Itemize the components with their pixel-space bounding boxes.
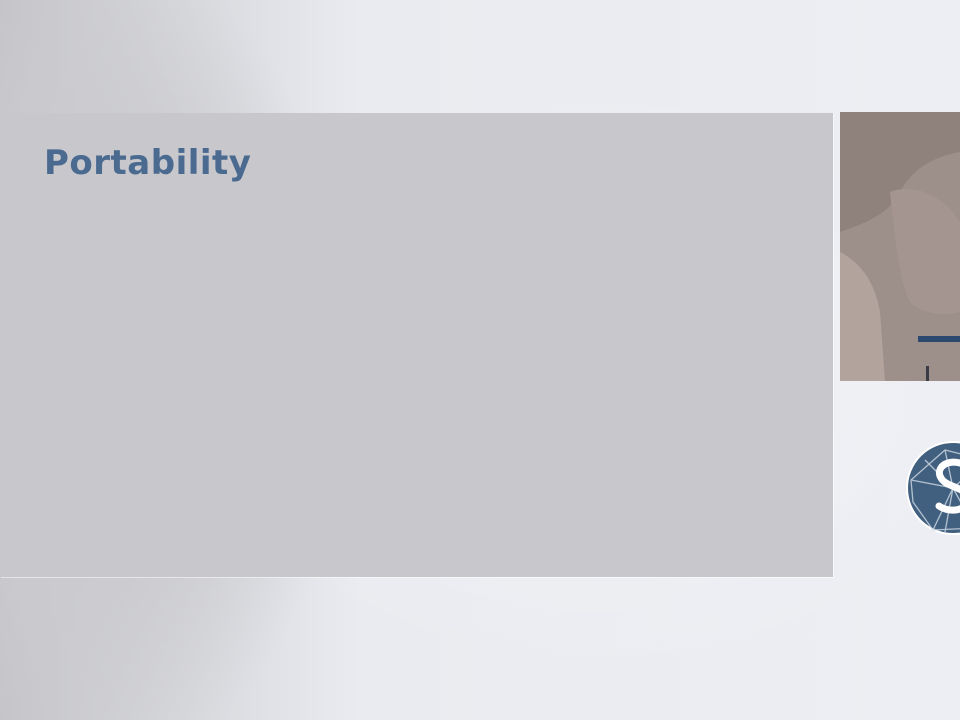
speaker-video-thumbnail — [840, 112, 960, 381]
globe-logo-icon — [905, 440, 960, 540]
slide-title: Portability — [44, 143, 252, 183]
